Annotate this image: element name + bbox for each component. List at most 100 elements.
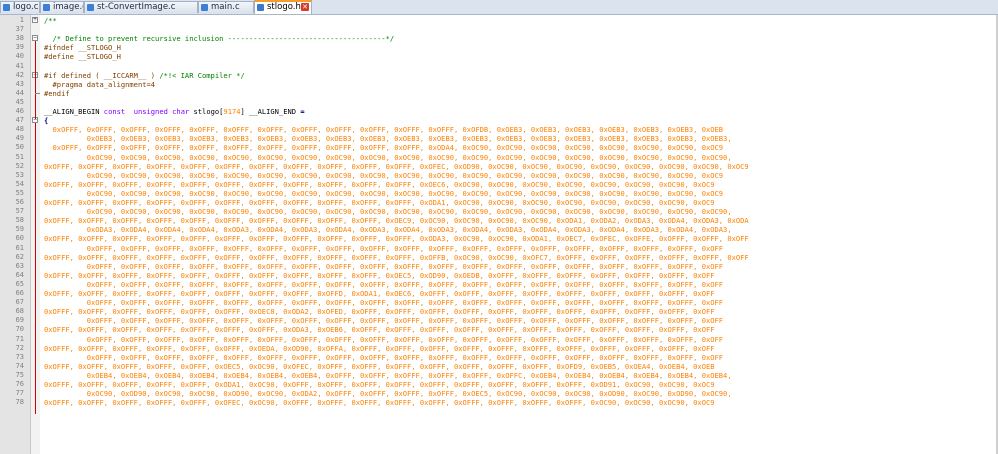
code-line: 72 0xOFFF, 0xOFFF, 0xOFFF, 0xOFFF, 0xOFFF…: [0, 344, 998, 353]
line-number: 69: [15, 316, 24, 325]
line-number: 54: [15, 179, 24, 188]
line-number: 44: [15, 88, 24, 97]
line-number: 61: [15, 243, 24, 252]
code-text[interactable]: #endif: [44, 89, 70, 98]
line-number: 63: [15, 261, 24, 270]
code-text[interactable]: 0xOFFF, 0xOFFF, 0xOFFF, 0xOFFF, 0xOFFF, …: [44, 362, 715, 371]
code-text[interactable]: 0xOFFF, 0xOFFF, 0xOFFF, 0xOFFF, 0xOFFF, …: [44, 180, 715, 189]
line-number: 59: [15, 225, 24, 234]
file-icon: [257, 4, 264, 11]
tab-stlogo-h[interactable]: stlogo.h ✕: [254, 0, 312, 14]
code-text[interactable]: 0xOFFF, 0xOFFF, 0xOFFF, 0xOFFF, 0xOFFF, …: [44, 125, 724, 134]
code-text[interactable]: 0xOC90, 0xOC90, 0xOC90, 0xOC90, 0xOC90, …: [44, 171, 723, 180]
code-line: 74 0xOFFF, 0xOFFF, 0xOFFF, 0xOFFF, 0xOFFF…: [0, 362, 998, 371]
line-number: 74: [15, 361, 24, 370]
code-line: 42 #if defined ( __ICCARM__ ) /*!< IAR Co…: [0, 71, 998, 80]
close-icon[interactable]: ✕: [301, 3, 309, 11]
code-text[interactable]: 0xOC90, 0xOC90, 0xOC90, 0xOC90, 0xOC90, …: [44, 189, 723, 198]
line-number: 60: [15, 234, 24, 243]
code-text[interactable]: 0xOFFF, 0xOFFF, 0xOFFF, 0xOFFF, 0xOFFF, …: [44, 216, 749, 225]
code-text[interactable]: 0xOFFF, 0xOFFF, 0xOFFF, 0xOFFF, 0xOFFF, …: [44, 280, 723, 289]
tab-image-c[interactable]: image.c: [40, 1, 84, 13]
code-line: 47 {: [0, 116, 998, 125]
fold-guide: [35, 123, 36, 415]
line-number: 42: [15, 70, 24, 79]
code-text[interactable]: 0xOFFF, 0xOFFF, 0xOFFF, 0xOFFF, 0xOFFF, …: [44, 143, 724, 152]
code-line: 78 0xOFFF, 0xOFFF, 0xOFFF, 0xOFFF, 0xOFFF…: [0, 398, 998, 407]
tab-logo-c[interactable]: logo.c: [0, 1, 40, 13]
code-text[interactable]: 0xOFFF, 0xOFFF, 0xOFFF, 0xOFFF, 0xOFFF, …: [44, 325, 715, 334]
code-text[interactable]: 0xOEB4, 0xOEB4, 0xOEB4, 0xOEB4, 0xOEB4, …: [44, 371, 732, 380]
code-text[interactable]: __ALIGN_BEGIN const unsigned char stlogo…: [44, 107, 305, 116]
tab-label: image.c: [53, 2, 84, 12]
code-line: 53 0xOC90, 0xOC90, 0xOC90, 0xOC90, 0xOC9…: [0, 171, 998, 180]
code-line: 65 0xOFFF, 0xOFFF, 0xOFFF, 0xOFFF, 0xOFF…: [0, 280, 998, 289]
code-text[interactable]: 0xOFFF, 0xOFFF, 0xOFFF, 0xOFFF, 0xOFFF, …: [44, 380, 715, 389]
tab-st-convertimage-c[interactable]: st-ConvertImage.c: [84, 1, 198, 13]
code-text[interactable]: 0xOFFF, 0xOFFF, 0xOFFF, 0xOFFF, 0xOFFF, …: [44, 271, 715, 280]
code-editor[interactable]: 1 /** 37 38 /* Define to prevent recursive …: [0, 15, 998, 454]
code-text[interactable]: 0xOEB3, 0xOEB3, 0xOEB3, 0xOEB3, 0xOEB3, …: [44, 134, 732, 143]
code-line: 40 #define __STLOGO_H: [0, 52, 998, 61]
code-text[interactable]: 0xOFFF, 0xOFFF, 0xOFFF, 0xOFFF, 0xOFFF, …: [44, 234, 749, 243]
code-text[interactable]: 0xOFFF, 0xOFFF, 0xOFFF, 0xOFFF, 0xOFFF, …: [44, 353, 723, 362]
code-text[interactable]: 0xOFFF, 0xOFFF, 0xOFFF, 0xOFFF, 0xOFFF, …: [44, 298, 723, 307]
line-number: 49: [15, 134, 24, 143]
code-text[interactable]: 0xOFFF, 0xOFFF, 0xOFFF, 0xOFFF, 0xOFFF, …: [44, 162, 749, 171]
code-text[interactable]: 0xOFFF, 0xOFFF, 0xOFFF, 0xOFFF, 0xOFFF, …: [44, 253, 749, 262]
code-line: 37: [0, 25, 998, 34]
line-number: 62: [15, 252, 24, 261]
fold-expand-icon[interactable]: +: [32, 17, 38, 23]
tab-main-c[interactable]: main.c: [198, 1, 254, 13]
code-line: 73 0xOFFF, 0xOFFF, 0xOFFF, 0xOFFF, 0xOFF…: [0, 353, 998, 362]
line-number: 57: [15, 207, 24, 216]
code-text[interactable]: 0xOFFF, 0xOFFF, 0xOFFF, 0xOFFF, 0xOFFF, …: [44, 289, 715, 298]
code-text[interactable]: #define __STLOGO_H: [44, 52, 121, 61]
code-line: 61 0xOFFF, 0xOFFF, 0xOFFF, 0xOFFF, 0xOFF…: [0, 244, 998, 253]
code-text[interactable]: #if defined ( __ICCARM__ ) /*!< IAR Comp…: [44, 71, 245, 80]
code-text[interactable]: #pragma data_alignment=4: [44, 80, 156, 89]
code-text[interactable]: 0xOFFF, 0xOFFF, 0xOFFF, 0xOFFF, 0xOFFF, …: [44, 398, 715, 407]
line-number: 43: [15, 79, 24, 88]
code-text[interactable]: 0xOC90, 0xOD90, 0xOC90, 0xOC90, 0xOD90, …: [44, 389, 732, 398]
code-text[interactable]: 0xOFFF, 0xOFFF, 0xOFFF, 0xOFFF, 0xOFFF, …: [44, 244, 723, 253]
code-text[interactable]: 0xOFFF, 0xOFFF, 0xOFFF, 0xOFFF, 0xOFFF, …: [44, 307, 715, 316]
line-number: 71: [15, 334, 24, 343]
code-line: 48 0xOFFF, 0xOFFF, 0xOFFF, 0xOFFF, 0xOFF…: [0, 125, 998, 134]
code-text[interactable]: 0xODA3, 0xODA4, 0xODA4, 0xODA4, 0xODA3, …: [44, 225, 732, 234]
code-line: 51 0xOC90, 0xOC90, 0xOC90, 0xOC90, 0xOC9…: [0, 153, 998, 162]
line-number: 38: [15, 34, 24, 43]
file-icon: [201, 4, 208, 11]
code-line: 59 0xODA3, 0xODA4, 0xODA4, 0xODA4, 0xODA…: [0, 225, 998, 234]
code-text[interactable]: 0xOFFF, 0xOFFF, 0xOFFF, 0xOFFF, 0xOFFF, …: [44, 335, 723, 344]
code-line: 63 0xOFFF, 0xOFFF, 0xOFFF, 0xOFFF, 0xOFF…: [0, 262, 998, 271]
code-text[interactable]: {: [44, 116, 48, 125]
tab-bar: logo.c image.c st-ConvertImage.c main.c …: [0, 0, 998, 15]
code-line: 41: [0, 62, 998, 71]
line-number: 41: [15, 61, 24, 70]
code-text[interactable]: /**: [44, 16, 57, 25]
code-line: 49 0xOEB3, 0xOEB3, 0xOEB3, 0xOEB3, 0xOEB…: [0, 134, 998, 143]
code-text[interactable]: 0xOFFF, 0xOFFF, 0xOFFF, 0xOFFF, 0xOFFF, …: [44, 198, 715, 207]
code-line: 69 0xOFFF, 0xOFFF, 0xOFFF, 0xOFFF, 0xOFF…: [0, 316, 998, 325]
code-line: 71 0xOFFF, 0xOFFF, 0xOFFF, 0xOFFF, 0xOFF…: [0, 335, 998, 344]
code-text[interactable]: 0xOFFF, 0xOFFF, 0xOFFF, 0xOFFF, 0xOFFF, …: [44, 316, 723, 325]
code-text[interactable]: 0xOFFF, 0xOFFF, 0xOFFF, 0xOFFF, 0xOFFF, …: [44, 262, 723, 271]
code-line: 39 #ifndef __STLOGO_H: [0, 43, 998, 52]
code-line: 67 0xOFFF, 0xOFFF, 0xOFFF, 0xOFFF, 0xOFF…: [0, 298, 998, 307]
code-text[interactable]: 0xOC90, 0xOC90, 0xOC90, 0xOC90, 0xOC90, …: [44, 207, 732, 216]
code-text[interactable]: 0xOFFF, 0xOFFF, 0xOFFF, 0xOFFF, 0xOFFF, …: [44, 344, 715, 353]
line-number: 55: [15, 188, 24, 197]
code-text[interactable]: #ifndef __STLOGO_H: [44, 43, 121, 52]
tab-label: main.c: [211, 2, 240, 12]
line-number: 64: [15, 270, 24, 279]
code-line: 77 0xOC90, 0xOD90, 0xOC90, 0xOC90, 0xOD9…: [0, 389, 998, 398]
code-text[interactable]: 0xOC90, 0xOC90, 0xOC90, 0xOC90, 0xOC90, …: [44, 153, 732, 162]
fold-guide: [35, 77, 36, 101]
code-text[interactable]: /* Define to prevent recursive inclusion…: [44, 34, 395, 43]
code-line: 55 0xOC90, 0xOC90, 0xOC90, 0xOC90, 0xOC9…: [0, 189, 998, 198]
line-number: 40: [15, 52, 24, 61]
code-line: 56 0xOFFF, 0xOFFF, 0xOFFF, 0xOFFF, 0xOFFF…: [0, 198, 998, 207]
line-number: 48: [15, 125, 24, 134]
tab-label: logo.c: [13, 2, 39, 12]
